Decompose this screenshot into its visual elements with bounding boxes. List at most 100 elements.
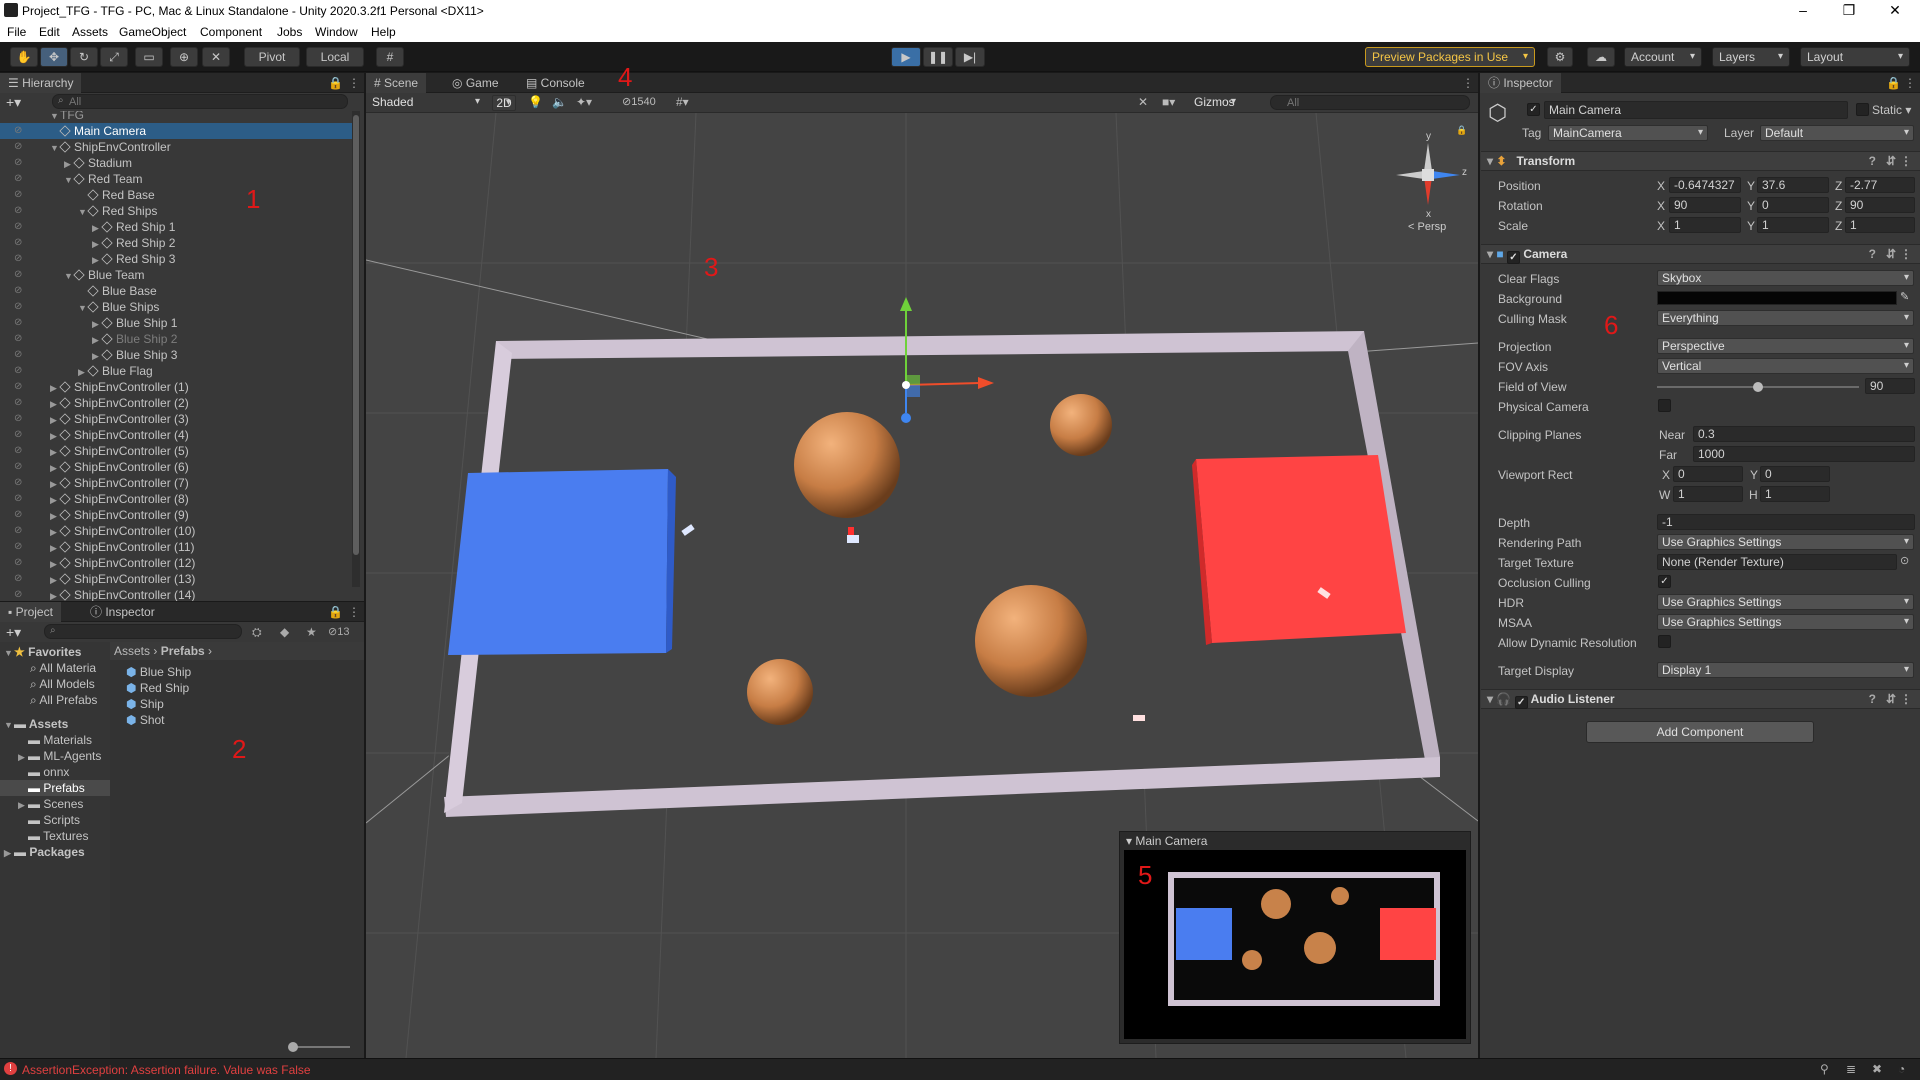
favorite-item[interactable]: ⌕ All Prefabs [30, 692, 97, 708]
hierarchy-item[interactable]: ⊘ ▶ ShipEnvController (6) [0, 459, 352, 475]
visibility-icon[interactable]: ⊘ [14, 347, 28, 360]
help-icon[interactable]: ? [1869, 690, 1876, 709]
more-icon[interactable]: ⋮ [1900, 152, 1912, 171]
hierarchy-item[interactable]: ⊘ ▼ Blue Team [0, 267, 352, 283]
viewport-x-field[interactable]: 0 [1673, 466, 1743, 482]
preset-icon[interactable]: ⇵ [1886, 245, 1896, 264]
visibility-icon[interactable]: ⊘ [14, 571, 28, 584]
layout-dropdown[interactable]: Layout [1800, 47, 1910, 67]
camera-icon[interactable]: ■▾ [1162, 95, 1175, 109]
account-dropdown[interactable]: Account [1624, 47, 1702, 67]
prefab-item[interactable]: ⬢ Shot [126, 712, 165, 728]
menu-help[interactable]: Help [371, 25, 396, 39]
hierarchy-item[interactable]: ⊘ ▶ ShipEnvController (7) [0, 475, 352, 491]
scale-z-field[interactable]: 1 [1845, 217, 1915, 233]
progress-icon[interactable]: ◔ [1898, 1062, 1905, 1076]
expand-arrow-icon[interactable]: ▶ [92, 252, 102, 268]
rotate-tool-icon[interactable]: ↻ [70, 47, 98, 67]
visibility-icon[interactable]: ⊘ [14, 283, 28, 296]
visibility-icon[interactable]: ⊘ [14, 411, 28, 424]
lock-icon[interactable]: 🔒 [1886, 76, 1901, 90]
hierarchy-item[interactable]: ⊘ ▶ Red Ship 3 [0, 251, 352, 267]
breadcrumb-prefabs[interactable]: Prefabs [161, 644, 205, 658]
tab-project[interactable]: ▪ Project [0, 602, 61, 622]
status-error-message[interactable]: AssertionException: Assertion failure. V… [22, 1063, 311, 1077]
visibility-icon[interactable]: ⊘ [14, 203, 28, 216]
orientation-gizmo[interactable]: y z x < Persp 🔒 [1388, 125, 1468, 237]
target-texture-field[interactable]: None (Render Texture) [1657, 554, 1897, 570]
msaa-dropdown[interactable]: Use Graphics Settings [1657, 614, 1914, 630]
visibility-icon[interactable]: ⊘ [14, 267, 28, 280]
hierarchy-item[interactable]: ⊘ ▶ ShipEnvController (12) [0, 555, 352, 571]
fov-field[interactable]: 90 [1865, 378, 1915, 394]
layer-dropdown[interactable]: Default [1760, 125, 1914, 141]
expand-arrow-icon[interactable]: ▼ [64, 268, 74, 284]
preset-icon[interactable]: ⇵ [1886, 152, 1896, 171]
visibility-icon[interactable]: ⊘ [14, 507, 28, 520]
fov-slider[interactable] [1657, 382, 1859, 392]
background-color-field[interactable] [1657, 291, 1897, 305]
tools-icon[interactable]: ✕ [1138, 95, 1148, 109]
visibility-icon[interactable]: ⊘ [14, 443, 28, 456]
hierarchy-item[interactable]: ⊘ ▶ ShipEnvController (5) [0, 443, 352, 459]
sphere-obstacle[interactable] [1050, 394, 1112, 456]
eyedropper-icon[interactable]: ✎ [1900, 290, 1909, 303]
rotation-y-field[interactable]: 0 [1757, 197, 1829, 213]
hierarchy-item[interactable]: ⊘ ▶ Blue Ship 1 [0, 315, 352, 331]
expand-arrow-icon[interactable]: ▼ [78, 204, 88, 220]
folder-item-selected[interactable]: ▬ Prefabs [0, 780, 110, 796]
help-icon[interactable]: ? [1869, 245, 1876, 264]
prefab-item[interactable]: ⬢ Ship [126, 696, 164, 712]
step-button[interactable]: ▶| [955, 47, 985, 67]
sphere-obstacle[interactable] [975, 585, 1087, 697]
visibility-icon[interactable]: ⊘ [14, 123, 28, 136]
expand-arrow-icon[interactable]: ▶ [64, 156, 74, 172]
folder-item[interactable]: ▬ Textures [18, 828, 88, 844]
near-field[interactable]: 0.3 [1693, 426, 1915, 442]
hierarchy-item[interactable]: ⊘ ▶ ShipEnvController (13) [0, 571, 352, 587]
sphere-obstacle[interactable] [747, 659, 813, 725]
far-field[interactable]: 1000 [1693, 446, 1915, 462]
tab-game[interactable]: ◎ Game [444, 73, 507, 93]
expand-arrow-icon[interactable]: ▶ [50, 524, 60, 540]
folder-item[interactable]: ▶ ▬ Scenes [18, 796, 83, 812]
grid-snap-icon[interactable]: # [376, 47, 404, 67]
hierarchy-item[interactable]: ⊘ ▶ ShipEnvController (14) [0, 587, 352, 601]
blue-base[interactable] [448, 469, 668, 655]
lighting-status-icon[interactable]: ✖ [1872, 1062, 1882, 1076]
gizmos-dropdown[interactable]: Gizmos [1190, 95, 1240, 111]
visibility-icon[interactable]: ⊘ [14, 331, 28, 344]
packages-folder[interactable]: ▶ ▬ Packages [4, 844, 85, 860]
dynamic-resolution-checkbox[interactable] [1658, 635, 1671, 648]
hierarchy-item[interactable]: ⊘ ▼ ShipEnvController [0, 139, 352, 155]
effects-icon[interactable]: ✦▾ [576, 95, 592, 109]
menu-jobs[interactable]: Jobs [277, 25, 302, 39]
folder-item[interactable]: ▬ Materials [18, 732, 92, 748]
viewport-y-field[interactable]: 0 [1760, 466, 1830, 482]
expand-arrow-icon[interactable]: ▶ [92, 220, 102, 236]
physical-camera-checkbox[interactable] [1658, 399, 1671, 412]
folder-item[interactable]: ▶ ▬ ML-Agents [18, 748, 101, 764]
transform-header[interactable]: ▾ ⬍ Transform ? ⇵ ⋮ [1481, 151, 1920, 171]
expand-arrow-icon[interactable]: ▶ [50, 508, 60, 524]
minimize-button[interactable]: – [1780, 2, 1826, 18]
expand-arrow-icon[interactable]: ▶ [50, 428, 60, 444]
red-flag[interactable] [848, 527, 854, 535]
pause-button[interactable]: ❚❚ [923, 47, 953, 67]
viewport-w-field[interactable]: 1 [1673, 486, 1743, 502]
menu-edit[interactable]: Edit [39, 25, 60, 39]
hierarchy-item[interactable]: ⊘ ▼ Blue Ships [0, 299, 352, 315]
assets-folder[interactable]: ▼▬ Assets [4, 716, 68, 732]
add-icon[interactable]: +▾ [6, 624, 21, 641]
expand-arrow-icon[interactable]: ▶ [50, 396, 60, 412]
hierarchy-item[interactable]: ⊘ ▼ Red Ships [0, 203, 352, 219]
visibility-icon[interactable]: ⊘ [14, 299, 28, 312]
visibility-icon[interactable]: ⊘ [14, 491, 28, 504]
preview-packages-dropdown[interactable]: Preview Packages in Use [1365, 47, 1535, 67]
more-icon[interactable]: ⋮ [1900, 690, 1912, 709]
tab-scene[interactable]: # Scene [366, 73, 427, 93]
hierarchy-item[interactable]: ⊘ ▼ Red Team [0, 171, 352, 187]
visibility-icon[interactable]: ⊘ [14, 523, 28, 536]
target-display-dropdown[interactable]: Display 1 [1657, 662, 1914, 678]
hierarchy-item[interactable]: ⊘ Red Base [0, 187, 352, 203]
